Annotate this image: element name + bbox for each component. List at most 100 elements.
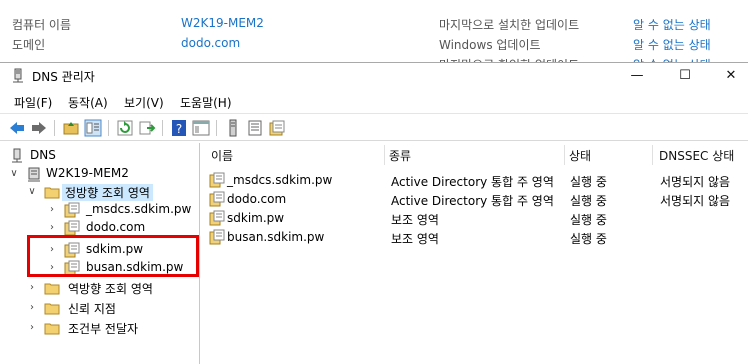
back-arrow-icon[interactable]	[8, 119, 26, 137]
menu-help[interactable]: 도움말(H)	[180, 94, 232, 111]
chevron-right-icon[interactable]: ›	[46, 219, 58, 237]
maximize-button[interactable]: ☐	[662, 63, 708, 89]
last-update-label: 마지막으로 설치한 업데이트	[439, 18, 580, 32]
toolbar-separator	[162, 120, 163, 136]
chevron-right-icon[interactable]: ›	[46, 201, 58, 219]
zone-icon	[64, 242, 80, 258]
zone-icon	[64, 202, 80, 218]
domain-label: 도메인	[12, 38, 46, 52]
tree-label: busan.sdkim.pw	[86, 260, 184, 274]
menu-bar: 파일(F) 동작(A) 보기(V) 도움말(H)	[0, 91, 748, 113]
dns-icon	[12, 148, 22, 163]
tree-label: 조건부 전달자	[68, 322, 139, 336]
server-icon	[28, 167, 40, 182]
tree-node-dns[interactable]: DNS	[2, 147, 192, 165]
row-status: 실행 중	[570, 232, 607, 246]
windows-update-label: Windows 업데이트	[439, 38, 541, 52]
domain-link[interactable]: dodo.com	[181, 36, 240, 50]
zone-file-icon[interactable]	[268, 119, 286, 137]
row-dnssec: 서명되지 않음	[660, 175, 731, 189]
zone-icon	[209, 229, 225, 245]
toolbar-separator	[108, 120, 109, 136]
dns-manager-window: DNS 관리자 — ☐ ✕ 파일(F) 동작(A) 보기(V) 도움말(H) ?…	[0, 62, 748, 364]
row-status: 실행 중	[570, 175, 607, 189]
server-properties-panel: 컴퓨터 이름 W2K19-MEM2 도메인 dodo.com 마지막으로 설치한…	[0, 0, 748, 64]
row-name: _msdcs.sdkim.pw	[227, 173, 333, 187]
menu-file[interactable]: 파일(F)	[14, 94, 52, 111]
row-name: sdkim.pw	[227, 211, 285, 225]
tree-node-zone-sdkim[interactable]: › sdkim.pw	[2, 241, 192, 259]
row-type: Active Directory 통합 주 영역	[391, 194, 554, 208]
tree-label: sdkim.pw	[86, 242, 144, 256]
tree-node-forward-zones[interactable]: ∨ 정방향 조회 영역	[2, 183, 192, 201]
folder-icon	[44, 283, 60, 295]
computer-name-link[interactable]: W2K19-MEM2	[181, 16, 264, 30]
zone-icon	[209, 191, 225, 207]
tree-node-reverse-zones[interactable]: › 역방향 조회 영역	[2, 279, 192, 297]
tree-label: DNS	[30, 148, 56, 162]
last-update-link[interactable]: 알 수 없는 상태	[633, 16, 711, 33]
tree-node-zone-msdcs[interactable]: › _msdcs.sdkim.pw	[2, 201, 192, 219]
zone-icon	[209, 210, 225, 226]
tree-label: 역방향 조회 영역	[68, 282, 153, 296]
chevron-right-icon[interactable]: ›	[26, 299, 38, 317]
chevron-right-icon[interactable]: ›	[26, 279, 38, 297]
tree-node-conditional-forwarders[interactable]: › 조건부 전달자	[2, 319, 192, 337]
toolbar: ?	[0, 113, 748, 141]
menu-action[interactable]: 동작(A)	[68, 94, 108, 111]
console-tree: DNS ∨ W2K19-MEM2 ∨ 정방향 조회 영역 › _msdcs.sd…	[0, 143, 200, 364]
tree-label-selected: 정방향 조회 영역	[62, 184, 153, 201]
help-icon[interactable]: ?	[170, 119, 188, 137]
row-status: 실행 중	[570, 194, 607, 208]
dns-server-icon	[13, 68, 23, 83]
menu-view[interactable]: 보기(V)	[124, 94, 164, 111]
row-name: dodo.com	[227, 192, 287, 206]
toolbar-separator	[54, 120, 55, 136]
chevron-right-icon[interactable]: ›	[46, 241, 58, 259]
chevron-right-icon[interactable]: ›	[26, 319, 38, 337]
column-divider[interactable]	[384, 145, 385, 165]
tree-node-zone-dodo[interactable]: › dodo.com	[2, 219, 192, 237]
chevron-down-icon[interactable]: ∨	[8, 165, 20, 183]
row-dnssec: 서명되지 않음	[660, 194, 731, 208]
folder-icon	[44, 187, 60, 199]
row-type: Active Directory 통합 주 영역	[391, 175, 554, 189]
row-type: 보조 영역	[391, 232, 439, 246]
server-icon[interactable]	[224, 119, 242, 137]
column-divider[interactable]	[652, 145, 653, 165]
zone-list: 이름 종류 상태 DNSSEC 상태 _msdcs.sdkim.pw Activ…	[203, 143, 748, 364]
up-folder-icon[interactable]	[62, 119, 80, 137]
column-header-name[interactable]: 이름	[211, 147, 233, 165]
close-button[interactable]: ✕	[708, 63, 748, 89]
show-hide-tree-icon[interactable]	[84, 119, 102, 137]
chevron-down-icon[interactable]: ∨	[26, 183, 38, 201]
column-header-dnssec[interactable]: DNSSEC 상태	[659, 147, 734, 165]
zone-icon	[64, 220, 80, 236]
tree-label: W2K19-MEM2	[46, 166, 129, 180]
export-list-icon[interactable]	[138, 119, 156, 137]
minimize-button[interactable]: —	[614, 63, 660, 89]
column-divider[interactable]	[564, 145, 565, 165]
tree-node-server[interactable]: ∨ W2K19-MEM2	[2, 165, 192, 183]
computer-name-label: 컴퓨터 이름	[12, 18, 72, 32]
tree-node-zone-busan[interactable]: › busan.sdkim.pw	[2, 259, 192, 277]
zone-icon	[64, 260, 80, 276]
tree-label: 신뢰 지점	[68, 302, 116, 316]
chevron-right-icon[interactable]: ›	[46, 259, 58, 277]
folder-icon	[44, 323, 60, 335]
title-bar[interactable]: DNS 관리자 — ☐ ✕	[0, 63, 748, 89]
refresh-icon[interactable]	[116, 119, 134, 137]
column-header-status[interactable]: 상태	[569, 147, 591, 165]
windows-update-link[interactable]: 알 수 없는 상태	[633, 36, 711, 53]
tree-label: dodo.com	[86, 220, 146, 234]
column-header-type[interactable]: 종류	[389, 147, 411, 165]
window-title: DNS 관리자	[32, 70, 95, 84]
forward-arrow-icon[interactable]	[30, 119, 48, 137]
tree-node-trust-points[interactable]: › 신뢰 지점	[2, 299, 192, 317]
toolbar-separator	[216, 120, 217, 136]
properties-icon[interactable]	[192, 119, 210, 137]
svg-text:?: ?	[176, 122, 182, 136]
records-list-icon[interactable]	[246, 119, 264, 137]
row-name: busan.sdkim.pw	[227, 230, 325, 244]
tree-label: _msdcs.sdkim.pw	[86, 202, 192, 216]
